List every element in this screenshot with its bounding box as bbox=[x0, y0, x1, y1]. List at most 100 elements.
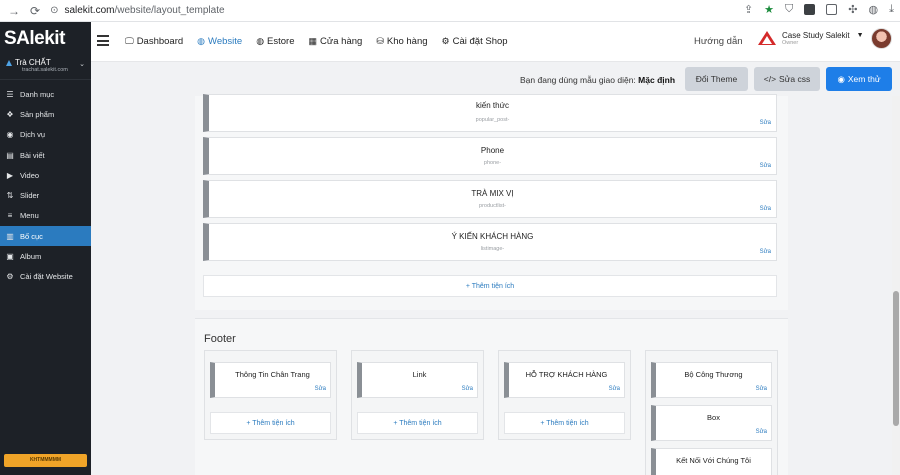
widget-title: TRÀ MIX VỊ bbox=[471, 189, 514, 198]
shop-domain: trachat.salekit.com bbox=[22, 67, 68, 73]
sidebar-item-bo-cuc[interactable]: ▥ Bố cục bbox=[0, 226, 91, 247]
sidebar-item-album[interactable]: ▣ Album bbox=[0, 246, 91, 266]
top-navbar: 🖵 Dashboard ◍ Website ◍ Estore ▦ Cửa hàng ⛁ K… bbox=[91, 22, 900, 62]
forward-icon[interactable]: → bbox=[8, 4, 20, 18]
change-theme-button[interactable]: Đổi Theme bbox=[685, 67, 748, 91]
shield-icon[interactable]: ⛉ bbox=[785, 3, 793, 16]
footer-widget[interactable]: Thông Tin Chân Trang Sửa bbox=[210, 362, 331, 398]
widget-title: Ý KIẾN KHÁCH HÀNG bbox=[451, 232, 534, 241]
nav-cai-dat-shop[interactable]: ⚙ Cài đặt Shop bbox=[442, 36, 508, 47]
extension-box-icon[interactable] bbox=[826, 4, 838, 15]
scrollbar[interactable] bbox=[892, 96, 900, 475]
nav-website[interactable]: ◍ Website bbox=[197, 36, 242, 47]
edit-link[interactable]: Sửa bbox=[760, 206, 771, 212]
edit-link[interactable]: Sửa bbox=[756, 429, 767, 435]
edit-css-button[interactable]: </> Sửa css bbox=[754, 67, 820, 91]
app-logo[interactable]: SAlekit bbox=[0, 22, 91, 56]
puzzle-icon[interactable]: ✣ bbox=[848, 3, 857, 16]
article-icon: ▤ bbox=[6, 150, 14, 160]
account-role: Owner bbox=[782, 39, 799, 46]
help-link[interactable]: Hướng dẫn bbox=[694, 36, 743, 47]
edit-link[interactable]: Sửa bbox=[760, 163, 771, 169]
code-icon: </> bbox=[763, 74, 777, 84]
extension-icon[interactable] bbox=[804, 4, 816, 15]
widget-title: Box bbox=[707, 413, 720, 422]
video-icon: ▶ bbox=[6, 170, 14, 180]
sidebar-item-menu[interactable]: ≡ Menu bbox=[0, 206, 91, 226]
widget-subtitle: listimage- bbox=[480, 246, 505, 252]
profile-icon[interactable]: ◍ bbox=[869, 3, 879, 16]
download-icon[interactable]: ⤓ bbox=[889, 3, 894, 16]
album-icon: ▣ bbox=[6, 252, 14, 262]
footer-widget[interactable]: Kết Nối Với Chúng Tôi bbox=[651, 448, 772, 475]
shop-switcher[interactable]: Trà CHẤT trachat.salekit.com ⌄ bbox=[0, 56, 91, 80]
widget-title: Kết Nối Với Chúng Tôi bbox=[676, 456, 751, 465]
widget-title: Thông Tin Chân Trang bbox=[235, 370, 310, 379]
monitor-icon: 🖵 bbox=[125, 36, 134, 46]
edit-link[interactable]: Sửa bbox=[462, 386, 473, 392]
url-path: /website/layout_template bbox=[114, 5, 225, 16]
edit-link[interactable]: Sửa bbox=[756, 386, 767, 392]
service-icon: ◉ bbox=[6, 130, 14, 140]
sidebar-item-danh-muc[interactable]: ☰ Danh mục bbox=[0, 84, 91, 104]
reload-icon[interactable]: ⟳ bbox=[30, 4, 40, 18]
nav-cua-hang[interactable]: ▦ Cửa hàng bbox=[309, 36, 363, 47]
nav-kho-hang[interactable]: ⛁ Kho hàng bbox=[376, 36, 427, 47]
footer-widget[interactable]: Link Sửa bbox=[357, 362, 478, 398]
eye-icon: ◉ bbox=[837, 73, 845, 84]
address-bar[interactable]: ⊙ salekit.com/website/layout_template bbox=[50, 5, 224, 16]
footer-widget[interactable]: Box Sửa bbox=[651, 405, 772, 441]
edit-link[interactable]: Sửa bbox=[609, 386, 620, 392]
star-icon[interactable]: ★ bbox=[764, 3, 774, 16]
footer-widget[interactable]: Bộ Công Thương Sửa bbox=[651, 362, 772, 398]
menu-icon: ≡ bbox=[7, 211, 13, 221]
product-icon: ❖ bbox=[6, 109, 14, 119]
avatar[interactable] bbox=[871, 28, 892, 49]
globe-icon: ◍ bbox=[197, 36, 206, 46]
add-widget-button[interactable]: + Thêm tiện ích bbox=[203, 275, 777, 297]
plus-icon: + bbox=[246, 420, 251, 427]
add-widget-button[interactable]: + Thêm tiện ích bbox=[210, 412, 331, 434]
layout-widget[interactable]: kiến thức popular_post- Sửa bbox=[203, 94, 777, 132]
sidebar-item-video[interactable]: ▶ Video bbox=[0, 165, 91, 185]
layout-icon: ▥ bbox=[6, 231, 14, 241]
hamburger-icon[interactable] bbox=[97, 35, 109, 46]
nav-estore[interactable]: ◍ Estore bbox=[256, 36, 294, 47]
add-widget-button[interactable]: + Thêm tiện ích bbox=[504, 412, 625, 434]
scrollbar-thumb[interactable] bbox=[893, 291, 899, 426]
store-icon: ▦ bbox=[308, 36, 318, 46]
widget-title: Bộ Công Thương bbox=[684, 370, 743, 379]
layout-widget[interactable]: TRÀ MIX VỊ productlist- Sửa bbox=[203, 180, 777, 218]
sidebar-item-slider[interactable]: ⇅ Slider bbox=[0, 185, 91, 205]
layout-widget[interactable]: Ý KIẾN KHÁCH HÀNG listimage- Sửa bbox=[203, 223, 777, 261]
sidebar-item-san-pham[interactable]: ❖ Sản phẩm bbox=[0, 104, 91, 124]
edit-link[interactable]: Sửa bbox=[760, 249, 771, 255]
edit-link[interactable]: Sửa bbox=[315, 386, 326, 392]
account-menu[interactable]: Case Study Salekit Owner ▼ bbox=[757, 30, 864, 46]
preview-button[interactable]: ◉ Xem thử bbox=[826, 67, 892, 91]
slider-icon: ⇅ bbox=[6, 191, 14, 201]
sidebar-bottom-button[interactable]: KHTMMMMM bbox=[4, 454, 87, 467]
add-widget-button[interactable]: + Thêm tiện ích bbox=[357, 412, 478, 434]
layout-widget[interactable]: Phone phone- Sửa bbox=[203, 137, 777, 175]
footer-widget[interactable]: HỖ TRỢ KHÁCH HÀNG Sửa bbox=[504, 362, 625, 398]
caret-down-icon: ▼ bbox=[856, 31, 864, 39]
shop-name: Trà CHẤT bbox=[15, 58, 51, 67]
gear-icon: ⚙ bbox=[441, 36, 450, 46]
plus-icon: + bbox=[465, 283, 470, 290]
sidebar-item-cai-dat-website[interactable]: ⚙ Cài đặt Website bbox=[0, 267, 91, 287]
nav-dashboard[interactable]: 🖵 Dashboard bbox=[125, 36, 183, 47]
share-icon[interactable]: ⇪ bbox=[744, 3, 753, 16]
footer-title: Footer bbox=[204, 333, 236, 345]
account-name: Case Study Salekit bbox=[782, 30, 850, 40]
edit-link[interactable]: Sửa bbox=[760, 120, 771, 126]
company-logo-icon bbox=[758, 31, 776, 45]
theme-info: Bạn đang dùng mẫu giao diện: Mặc định bbox=[520, 75, 676, 85]
widget-subtitle: popular_post- bbox=[475, 117, 510, 123]
gear-icon: ⚙ bbox=[6, 272, 14, 282]
shop-logo-icon bbox=[6, 59, 12, 66]
url-host: salekit.com bbox=[64, 5, 115, 16]
database-icon: ⛁ bbox=[376, 36, 384, 46]
sidebar-item-bai-viet[interactable]: ▤ Bài viết bbox=[0, 145, 91, 165]
sidebar-item-dich-vu[interactable]: ◉ Dịch vụ bbox=[0, 125, 91, 145]
